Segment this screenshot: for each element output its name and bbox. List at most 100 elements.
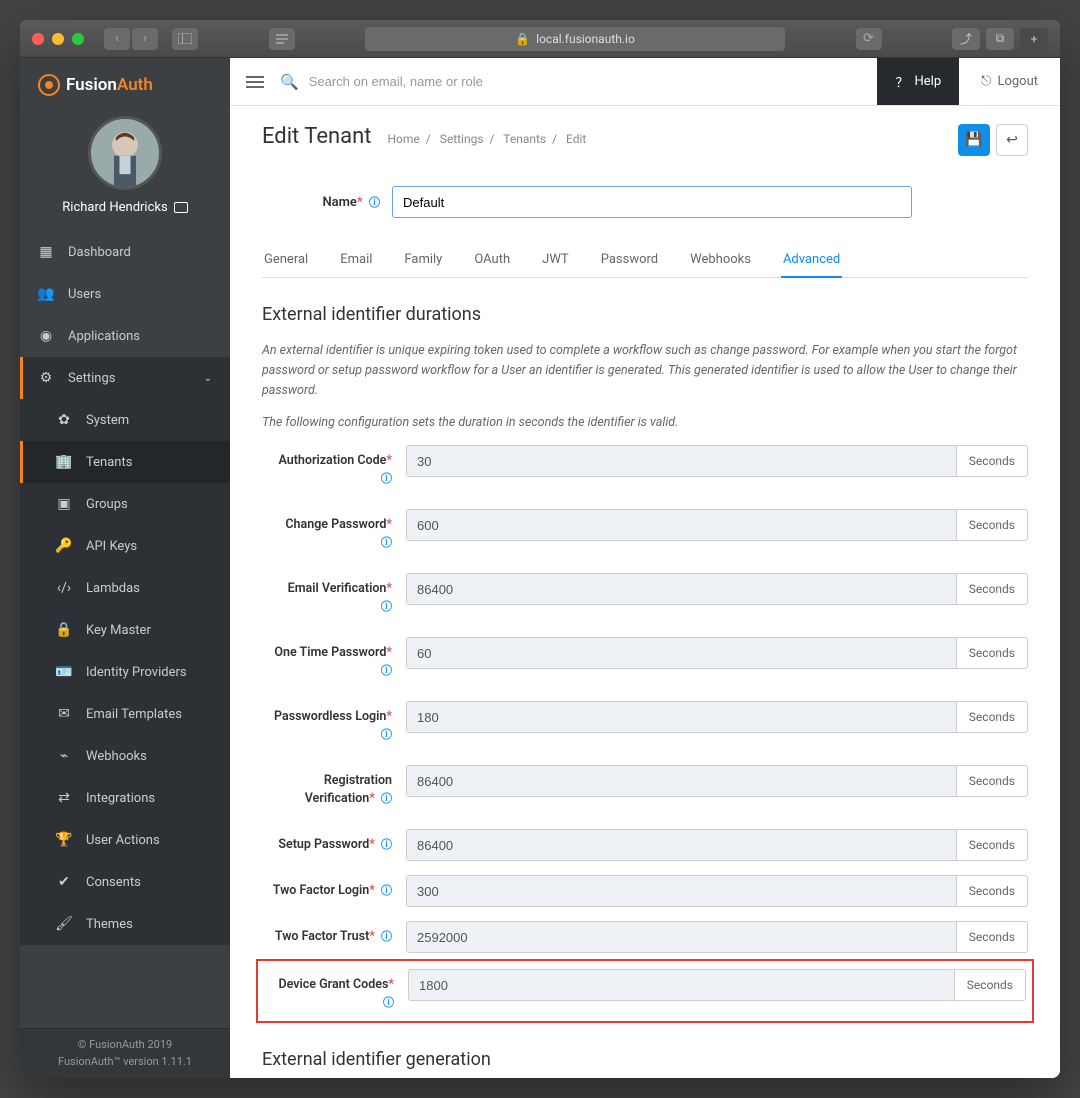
tab-email[interactable]: Email [338, 242, 374, 277]
unit-label: Seconds [957, 875, 1028, 907]
reader-button[interactable] [269, 28, 295, 50]
sidebar-item-applications[interactable]: ◉Applications [20, 315, 230, 357]
info-icon[interactable]: ⓘ [381, 791, 392, 806]
sidebar-item-label: Email Templates [86, 707, 182, 722]
info-icon[interactable]: ⓘ [381, 929, 392, 944]
sidebar-item-email-templates[interactable]: ✉Email Templates [20, 693, 230, 735]
email-verification-input[interactable] [406, 573, 957, 605]
back-button[interactable]: ‹ [104, 28, 130, 50]
otp-input[interactable] [406, 637, 957, 669]
field-label: Setup Password* ⓘ [262, 829, 406, 854]
unit-label: Seconds [957, 921, 1028, 953]
reload-button[interactable]: ⟳ [856, 28, 882, 50]
sidebar-toggle-button[interactable] [172, 28, 198, 50]
two-factor-trust-input[interactable] [406, 921, 957, 953]
passwordless-input[interactable] [406, 701, 957, 733]
help-label: Help [915, 74, 942, 89]
search-icon: 🔍 [280, 73, 299, 91]
auth-code-input[interactable] [406, 445, 957, 477]
menu-toggle-button[interactable] [246, 76, 264, 88]
maximize-window-icon[interactable] [72, 33, 84, 45]
field-registration-verification: Registration Verification* ⓘ Seconds [262, 765, 1028, 807]
sidebar-item-tenants[interactable]: 🏢Tenants [20, 441, 230, 483]
sidebar-item-key-master[interactable]: 🔒Key Master [20, 609, 230, 651]
sidebar-item-dashboard[interactable]: ▦Dashboard [20, 231, 230, 273]
sidebar-item-consents[interactable]: ✔Consents [20, 861, 230, 903]
code-icon: ‹/› [56, 580, 72, 596]
unit-label: Seconds [957, 829, 1028, 861]
sidebar-item-groups[interactable]: ▣Groups [20, 483, 230, 525]
sidebar-item-label: Webhooks [86, 749, 147, 764]
sidebar-item-label: Tenants [86, 455, 132, 470]
close-window-icon[interactable] [32, 33, 44, 45]
sidebar-footer: © FusionAuth 2019 FusionAuth™ version 1.… [20, 1028, 230, 1078]
crumb-settings[interactable]: Settings [440, 132, 484, 146]
sidebar-item-idp[interactable]: 🪪Identity Providers [20, 651, 230, 693]
tabs-button[interactable]: ⧉ [986, 28, 1014, 50]
field-label: Authorization Code*ⓘ [262, 445, 406, 487]
unit-label: Seconds [955, 969, 1026, 1001]
section-desc: An external identifier is unique expirin… [262, 341, 1028, 401]
check-icon: ✔ [56, 874, 72, 890]
search-input[interactable] [309, 74, 862, 89]
field-label: Passwordless Login*ⓘ [262, 701, 406, 743]
setup-password-input[interactable] [406, 829, 957, 861]
sidebar-item-label: Dashboard [68, 245, 131, 260]
logout-button[interactable]: ⎋Logout [975, 74, 1044, 89]
help-button[interactable]: ？Help [877, 58, 959, 105]
share-button[interactable]: ⤴ [952, 28, 980, 50]
device-grant-codes-input[interactable] [408, 969, 955, 1001]
info-icon[interactable]: ⓘ [381, 883, 392, 898]
avatar[interactable] [88, 116, 162, 190]
logo-icon [38, 74, 60, 96]
name-input[interactable] [392, 186, 912, 218]
tab-family[interactable]: Family [402, 242, 444, 277]
tab-oauth[interactable]: OAuth [472, 242, 512, 277]
id-icon: 🪪 [56, 664, 72, 680]
tab-jwt[interactable]: JWT [540, 242, 571, 277]
two-factor-login-input[interactable] [406, 875, 957, 907]
info-icon[interactable]: ⓘ [381, 727, 392, 742]
vcard-icon[interactable] [174, 202, 188, 213]
browser-window: ‹ › 🔒 local.fusionauth.io ⟳ ⤴ ⧉ + Fusion… [20, 20, 1060, 1078]
field-label: Two Factor Login* ⓘ [262, 875, 406, 900]
info-icon[interactable]: ⓘ [381, 535, 392, 550]
info-icon[interactable]: ⓘ [381, 599, 392, 614]
tab-advanced[interactable]: Advanced [781, 242, 842, 277]
info-icon[interactable]: ⓘ [383, 995, 394, 1010]
crumb-home[interactable]: Home [387, 132, 419, 146]
info-icon[interactable]: ⓘ [381, 663, 392, 678]
save-button[interactable]: 💾 [958, 124, 990, 156]
content: Name* ⓘ General Email Family OAuth JWT P… [230, 156, 1060, 1078]
exchange-icon: ⇄ [56, 790, 72, 806]
back-button[interactable]: ↩ [996, 124, 1028, 156]
registration-verification-input[interactable] [406, 765, 957, 797]
address-bar[interactable]: 🔒 local.fusionauth.io [365, 27, 785, 51]
tab-password[interactable]: Password [599, 242, 660, 277]
tab-general[interactable]: General [262, 242, 310, 277]
tab-webhooks[interactable]: Webhooks [688, 242, 753, 277]
forward-button[interactable]: › [132, 28, 158, 50]
sidebar-item-lambdas[interactable]: ‹/›Lambdas [20, 567, 230, 609]
sidebar-item-api-keys[interactable]: 🔑API Keys [20, 525, 230, 567]
field-otp: One Time Password*ⓘ Seconds [262, 637, 1028, 679]
sidebar-item-system[interactable]: ✿System [20, 399, 230, 441]
info-icon[interactable]: ⓘ [381, 837, 392, 852]
sidebar-item-integrations[interactable]: ⇄Integrations [20, 777, 230, 819]
minimize-window-icon[interactable] [52, 33, 64, 45]
sidebar-item-user-actions[interactable]: 🏆User Actions [20, 819, 230, 861]
crumb-tenants[interactable]: Tenants [503, 132, 546, 146]
sidebar-item-label: Applications [68, 329, 140, 344]
unit-label: Seconds [957, 509, 1028, 541]
info-icon[interactable]: ⓘ [369, 196, 380, 209]
sidebar-item-users[interactable]: 👥Users [20, 273, 230, 315]
sliders-icon: ⚙ [38, 370, 54, 386]
trophy-icon: 🏆 [56, 832, 72, 848]
new-tab-button[interactable]: + [1020, 28, 1048, 50]
sidebar-item-themes[interactable]: 🖌Themes [20, 903, 230, 945]
info-icon[interactable]: ⓘ [381, 471, 392, 486]
search-box: 🔍 [280, 73, 861, 91]
change-password-input[interactable] [406, 509, 957, 541]
sidebar-item-settings[interactable]: ⚙Settings⌄ [20, 357, 230, 399]
sidebar-item-webhooks[interactable]: ⌁Webhooks [20, 735, 230, 777]
